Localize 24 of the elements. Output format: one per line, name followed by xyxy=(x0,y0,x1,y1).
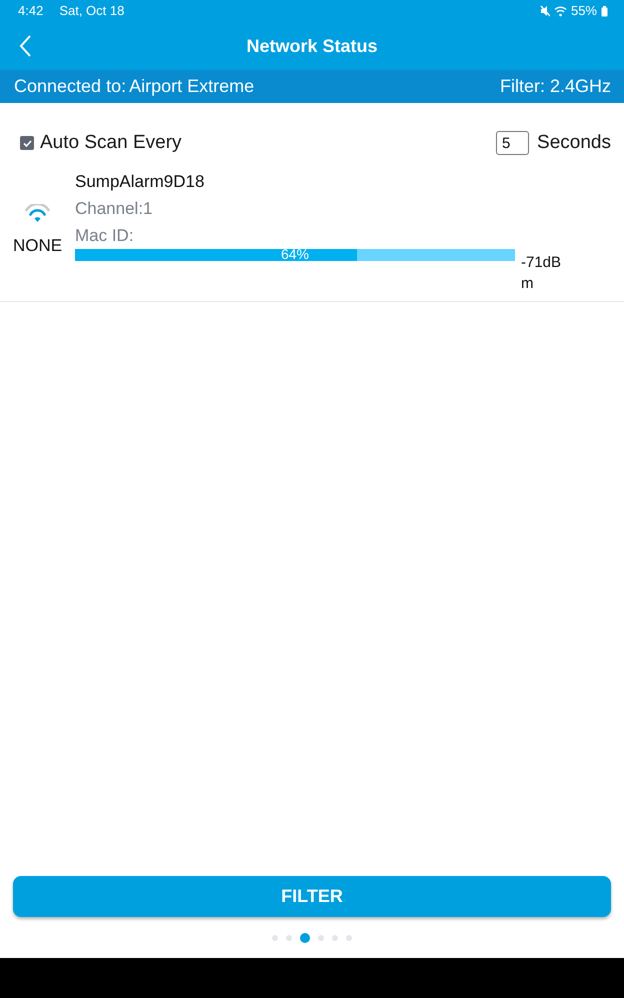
battery-percent: 55% xyxy=(570,2,597,20)
battery-icon xyxy=(601,6,608,16)
status-time: 4:42 xyxy=(18,2,44,20)
page-title: Network Status xyxy=(246,34,378,58)
network-item[interactable]: NONE SumpAlarm9D18 Channel:1 Mac ID: 64% -71dBm xyxy=(0,163,624,302)
signal-percent: 64% xyxy=(280,246,310,262)
wifi-signal-icon xyxy=(25,204,50,223)
wifi-icon xyxy=(554,5,567,17)
auto-scan-checkbox[interactable] xyxy=(20,136,34,150)
seconds-label: Seconds xyxy=(537,130,611,155)
check-icon xyxy=(22,138,32,148)
mac-id-label: Mac ID: xyxy=(75,225,135,247)
security-label: NONE xyxy=(12,234,62,257)
signal-strength: -71dBm xyxy=(521,253,562,294)
filter-label: Filter: 2.4GHz xyxy=(500,75,611,98)
connected-network: Airport Extreme xyxy=(129,75,254,98)
auto-scan-label: Auto Scan Every xyxy=(40,130,182,155)
mute-icon xyxy=(540,5,550,17)
network-name: SumpAlarm9D18 xyxy=(75,171,206,193)
interval-input[interactable]: 5 xyxy=(496,131,530,155)
status-date: Sat, Oct 18 xyxy=(59,2,124,20)
back-chevron-icon xyxy=(18,34,32,58)
connected-label: Connected to: xyxy=(14,75,126,98)
channel-label: Channel:1 xyxy=(75,198,154,220)
